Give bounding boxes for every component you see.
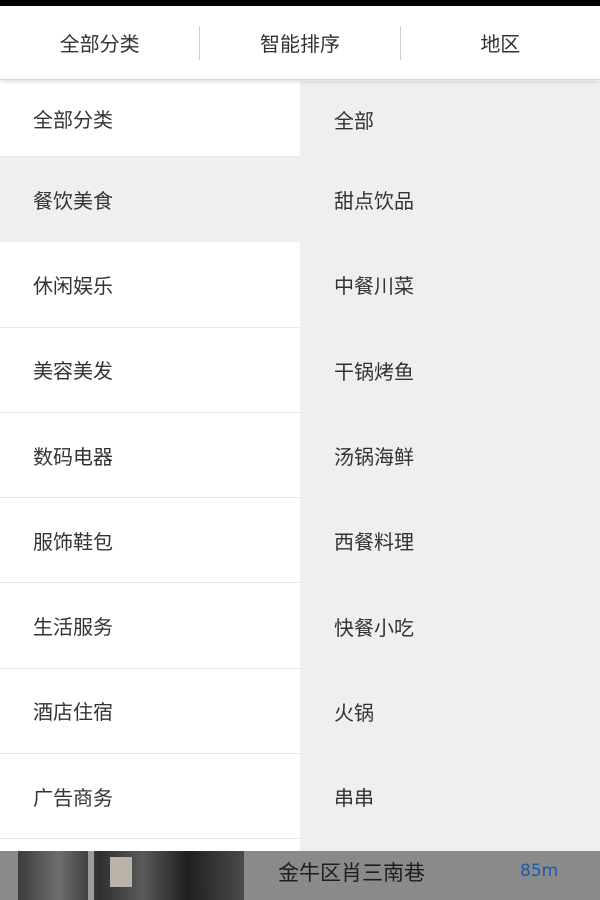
category-item-beauty[interactable]: 美容美发: [0, 327, 300, 413]
category-item-life-services[interactable]: 生活服务: [0, 583, 300, 669]
subcategory-item-western[interactable]: 西餐料理: [300, 498, 600, 583]
category-item-dining[interactable]: 餐饮美食: [0, 157, 300, 243]
subcategory-item-dessert-drinks[interactable]: 甜点饮品: [300, 157, 600, 242]
category-item-all[interactable]: 全部分类: [0, 81, 300, 157]
subcategory-item-skewers[interactable]: 串串: [300, 754, 600, 839]
subcategory-list: 全部 甜点饮品 中餐川菜 干锅烤鱼 汤锅海鲜 西餐料理 快餐小吃 火锅 串串: [300, 81, 600, 851]
subcategory-item-all[interactable]: 全部: [300, 81, 600, 157]
category-item-advertising[interactable]: 广告商务: [0, 754, 300, 840]
category-item-leisure[interactable]: 休闲娱乐: [0, 242, 300, 328]
category-list: 全部分类 餐饮美食 休闲娱乐 美容美发 数码电器 服饰鞋包 生活服务 酒店住宿 …: [0, 81, 300, 851]
subcategory-item-dry-pot-fish[interactable]: 干锅烤鱼: [300, 328, 600, 413]
category-item-electronics[interactable]: 数码电器: [0, 412, 300, 499]
category-item-hotel[interactable]: 酒店住宿: [0, 668, 300, 755]
subcategory-item-hotpot[interactable]: 火锅: [300, 669, 600, 754]
subcategory-item-sichuan[interactable]: 中餐川菜: [300, 242, 600, 327]
listing-preview-card[interactable]: 金牛区肖三南巷 85m: [0, 851, 600, 900]
tab-all-categories[interactable]: 全部分类: [0, 6, 199, 79]
filter-bar: 全部分类 智能排序 地区: [0, 6, 600, 80]
listing-thumbnail: [18, 851, 244, 900]
category-item-apparel[interactable]: 服饰鞋包: [0, 498, 300, 584]
subcategory-item-fast-food[interactable]: 快餐小吃: [300, 583, 600, 668]
listing-distance: 85m: [520, 861, 559, 881]
subcategory-item-soup-seafood[interactable]: 汤锅海鲜: [300, 413, 600, 498]
tab-smart-sort[interactable]: 智能排序: [200, 6, 399, 79]
tab-region[interactable]: 地区: [401, 6, 600, 79]
listing-address: 金牛区肖三南巷: [278, 861, 425, 885]
